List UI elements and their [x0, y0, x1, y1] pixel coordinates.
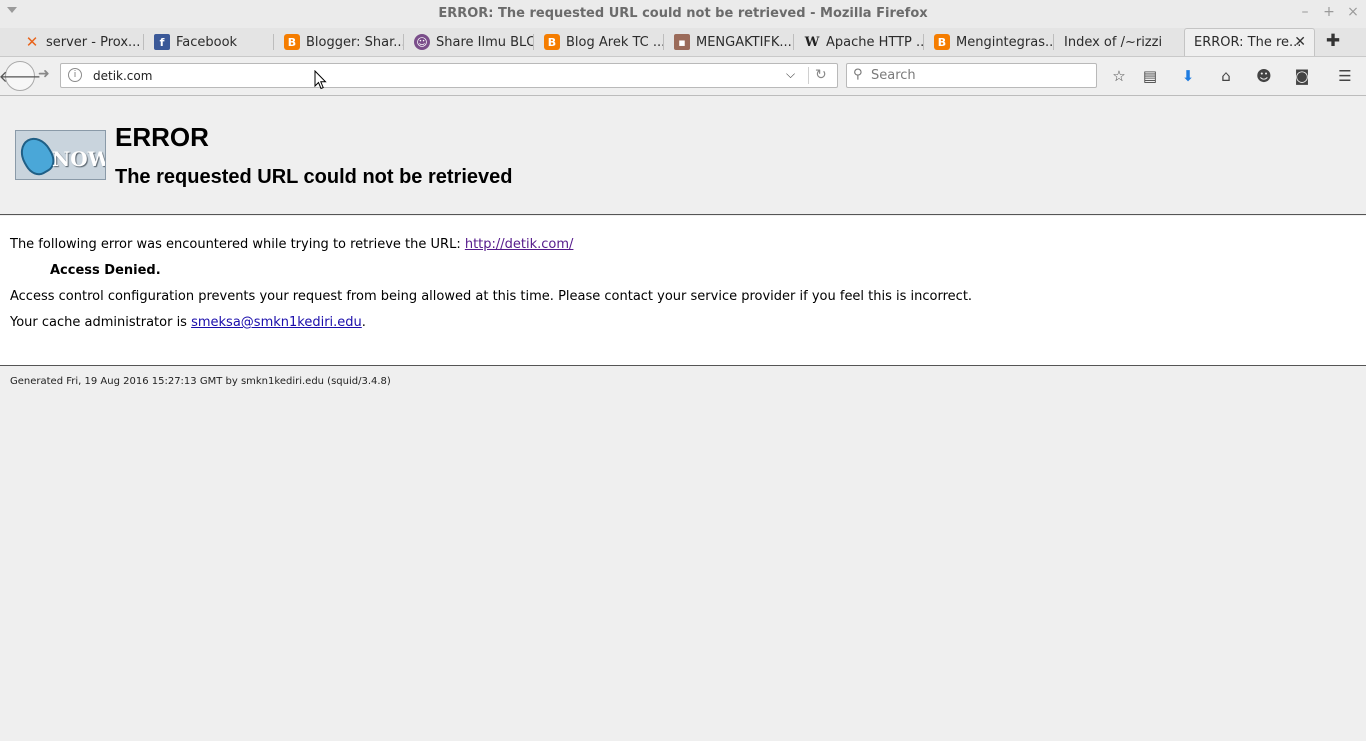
tab-label: Blogger: Shar...: [306, 34, 404, 50]
page-title: ERROR: [115, 122, 209, 152]
tab-label: MENGAKTIFK...: [696, 34, 792, 50]
access-denied-label: Access Denied.: [50, 263, 161, 278]
back-button[interactable]: 🡐: [0, 61, 41, 91]
bookmark-star-icon[interactable]: ☆: [1108, 66, 1130, 86]
error-url-link[interactable]: http://detik.com/: [465, 237, 574, 252]
blogger-icon: B: [934, 34, 950, 50]
intro-text: The following error was encountered whil…: [10, 237, 465, 252]
tab-label: Apache HTTP ...: [826, 34, 924, 50]
error-content: The following error was encountered whil…: [0, 216, 1366, 366]
site-info-icon[interactable]: i: [68, 68, 82, 82]
blogger-icon: B: [544, 34, 560, 50]
tab-label: Facebook: [176, 34, 238, 50]
tab-label: Index of /~rizzi: [1064, 34, 1163, 50]
tab-server-proxmox[interactable]: ✕ server - Prox...: [16, 28, 144, 56]
url-bar[interactable]: i ⌵ ↻: [60, 63, 838, 88]
reading-list-icon[interactable]: ▤: [1139, 66, 1161, 86]
reload-icon[interactable]: ↻: [815, 67, 827, 83]
blogger-icon: B: [284, 34, 300, 50]
page-subtitle: The requested URL could not be retrieved: [115, 166, 513, 188]
mouse-cursor-icon: [314, 70, 327, 90]
tab-label: ERROR: The re...: [1194, 35, 1302, 50]
hello-chat-icon[interactable]: ☻: [1253, 66, 1275, 86]
window-title: ERROR: The requested URL could not be re…: [438, 6, 928, 21]
search-bar[interactable]: ⚲: [846, 63, 1097, 88]
close-tab-icon[interactable]: ✕: [1294, 34, 1306, 50]
wikipedia-icon: W: [804, 34, 820, 50]
tab-blog-arek-tc[interactable]: B Blog Arek TC ...: [536, 28, 664, 56]
admin-prefix: Your cache administrator is: [10, 315, 192, 330]
forward-button[interactable]: ➜: [38, 66, 50, 82]
x-mark-icon: ✕: [25, 33, 39, 51]
tab-facebook[interactable]: f Facebook: [146, 28, 274, 56]
home-icon[interactable]: ⌂: [1215, 66, 1237, 86]
navigation-toolbar: 🡐 ➜ i ⌵ ↻ ⚲ ☆ ▤ ⬇ ⌂ ☻ ◙ ☰: [0, 56, 1366, 96]
pocket-icon[interactable]: ◙: [1291, 66, 1313, 86]
squid-logo: NOW: [15, 130, 106, 180]
new-tab-button[interactable]: ✚: [1324, 31, 1342, 51]
admin-email-link[interactable]: smeksa@smkn1kediri.edu: [191, 315, 362, 330]
minimize-button[interactable]: –: [1297, 4, 1313, 20]
generated-footer: Generated Fri, 19 Aug 2016 15:27:13 GMT …: [10, 376, 391, 387]
close-window-button[interactable]: ×: [1345, 4, 1361, 20]
tab-error-active[interactable]: ERROR: The re... ✕: [1184, 28, 1315, 56]
download-icon[interactable]: ⬇: [1177, 66, 1199, 86]
hamburger-menu-icon[interactable]: ☰: [1334, 66, 1356, 86]
photo-icon: ▪: [674, 34, 690, 50]
tab-label: Share Ilmu BLC: [436, 34, 534, 50]
error-description: Access control configuration prevents yo…: [10, 289, 973, 304]
logo-text: NOW: [52, 147, 106, 171]
arrow-right-icon: ➜: [38, 66, 50, 82]
tab-share-ilmu-blc[interactable]: ☺ Share Ilmu BLC: [406, 28, 534, 56]
tab-label: server - Prox...: [46, 34, 141, 50]
error-header: NOW ERROR The requested URL could not be…: [0, 96, 1366, 215]
tab-label: Blog Arek TC ...: [566, 34, 664, 50]
page-viewport: NOW ERROR The requested URL could not be…: [0, 96, 1366, 741]
tab-mengaktifkan[interactable]: ▪ MENGAKTIFK...: [666, 28, 794, 56]
search-icon: ⚲: [853, 67, 863, 82]
admin-line: Your cache administrator is smeksa@smkn1…: [10, 315, 366, 330]
maximize-button[interactable]: +: [1321, 4, 1337, 20]
tab-mengintegrasikan[interactable]: B Mengintegras...: [926, 28, 1054, 56]
tab-index-of-rizzi[interactable]: Index of /~rizzi: [1056, 28, 1184, 56]
tab-apache-http[interactable]: W Apache HTTP ...: [796, 28, 924, 56]
error-intro-line: The following error was encountered whil…: [10, 237, 573, 252]
arrow-left-icon: 🡐: [0, 67, 42, 86]
tab-blogger-share[interactable]: B Blogger: Shar...: [276, 28, 404, 56]
avatar-icon: ☺: [414, 34, 430, 50]
search-input[interactable]: [871, 68, 1091, 83]
tab-label: Mengintegras...: [956, 34, 1054, 50]
facebook-icon: f: [154, 34, 170, 50]
chevron-down-icon[interactable]: ⌵: [786, 67, 795, 82]
window-titlebar: ERROR: The requested URL could not be re…: [0, 0, 1366, 28]
url-input[interactable]: [93, 69, 773, 83]
tab-strip: ✕ server - Prox... f Facebook B Blogger:…: [0, 28, 1366, 56]
admin-suffix: .: [361, 315, 366, 330]
